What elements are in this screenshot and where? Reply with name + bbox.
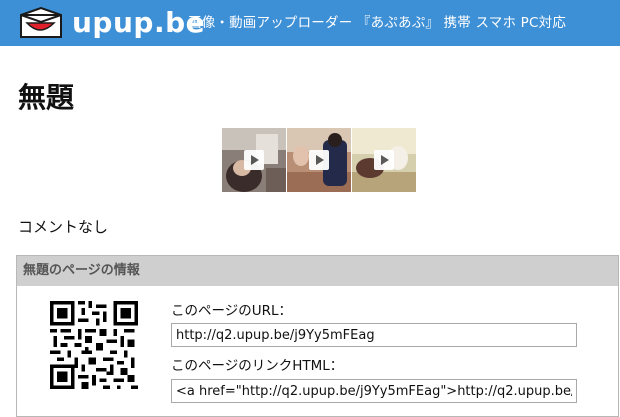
qr-code-icon [50,301,138,389]
video-thumbnail-1[interactable] [222,128,286,192]
logo-box-icon [20,7,62,38]
logo-text: upup.be [72,6,206,39]
play-icon [309,150,329,170]
page-link-html-label: このページのリンクHTML： [171,358,344,374]
page-link-html-field[interactable] [171,379,577,403]
video-thumbnail-2[interactable] [287,128,351,192]
site-header: upup.be 画像・動画アップローダー 『あぷあぷ』 携帯 スマホ PC対応 [0,0,620,46]
page-info-heading: 無題のページの情報 [17,256,618,286]
play-icon [374,150,394,170]
thumbnail-strip [222,128,416,192]
page-info-panel: 無題のページの情報 このページのURL： このページのリンクHTML： [16,255,619,417]
comment-text: コメントなし [18,218,109,236]
site-logo[interactable]: upup.be [18,5,205,41]
site-tagline: 画像・動画アップローダー 『あぷあぷ』 携帯 スマホ PC対応 [188,15,567,31]
page-url-label: このページのURL： [171,303,293,319]
page-title: 無題 [18,81,75,114]
play-icon [244,150,264,170]
video-thumbnail-3[interactable] [352,128,416,192]
page-url-field[interactable] [171,323,577,347]
